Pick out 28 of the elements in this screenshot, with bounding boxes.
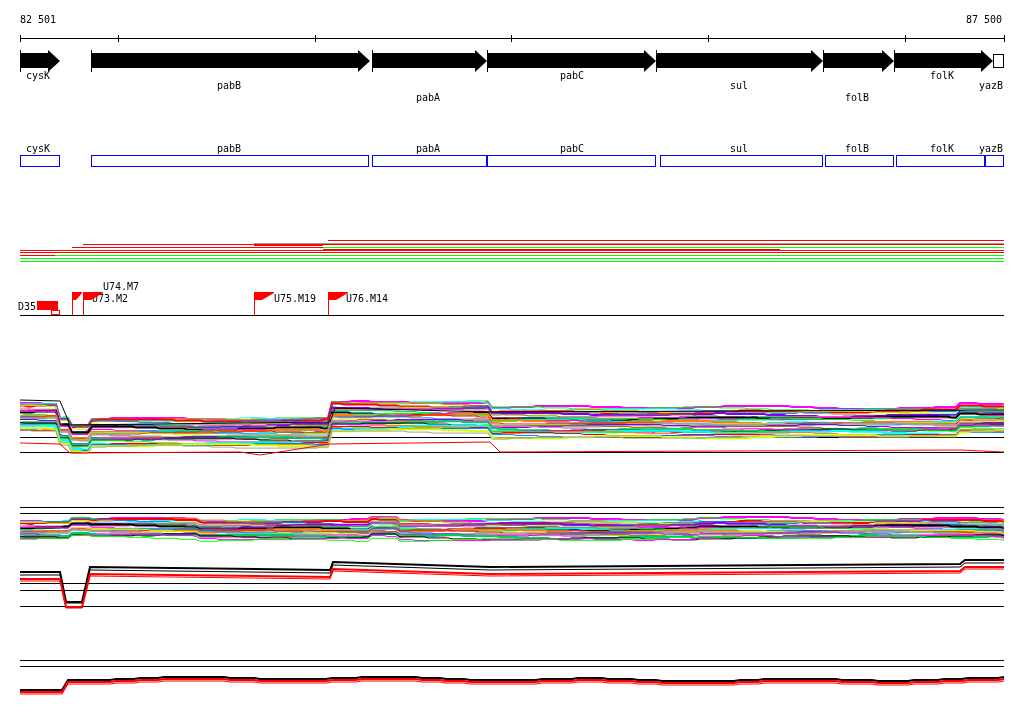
gene-arrow [20, 49, 60, 73]
gene-label: pabB [216, 143, 242, 154]
gene-label: pabA [415, 143, 441, 154]
gene-label: sul [729, 80, 749, 91]
block-marker [37, 301, 60, 315]
marker-label: U74.M7 [103, 281, 140, 292]
marker-label: D35 [18, 301, 37, 312]
gene-label: pabC [559, 70, 585, 81]
gene-label: folK [929, 70, 955, 81]
gene-label: yazB [978, 143, 1004, 154]
gene-label: cysK [25, 143, 51, 154]
flag-marker [328, 291, 348, 316]
gene-box [825, 155, 894, 167]
coordinate-label: 82 501 [20, 14, 57, 25]
gene-label: folK [929, 143, 955, 154]
gene-box [20, 155, 60, 167]
gene-label: pabA [415, 92, 441, 103]
flag-marker [254, 291, 274, 316]
gene-label: folB [844, 92, 870, 103]
gene-label: yazB [978, 80, 1004, 91]
gene-label: pabB [216, 80, 242, 91]
marker-label: U76.M14 [346, 293, 389, 304]
gene-label: folB [844, 143, 870, 154]
marker-label: U75.M19 [274, 293, 317, 304]
gene-label: cysK [25, 70, 51, 81]
gene-label: pabC [559, 143, 585, 154]
gene-label: sul [729, 143, 749, 154]
coordinate-label: 87 500 [965, 14, 1002, 25]
